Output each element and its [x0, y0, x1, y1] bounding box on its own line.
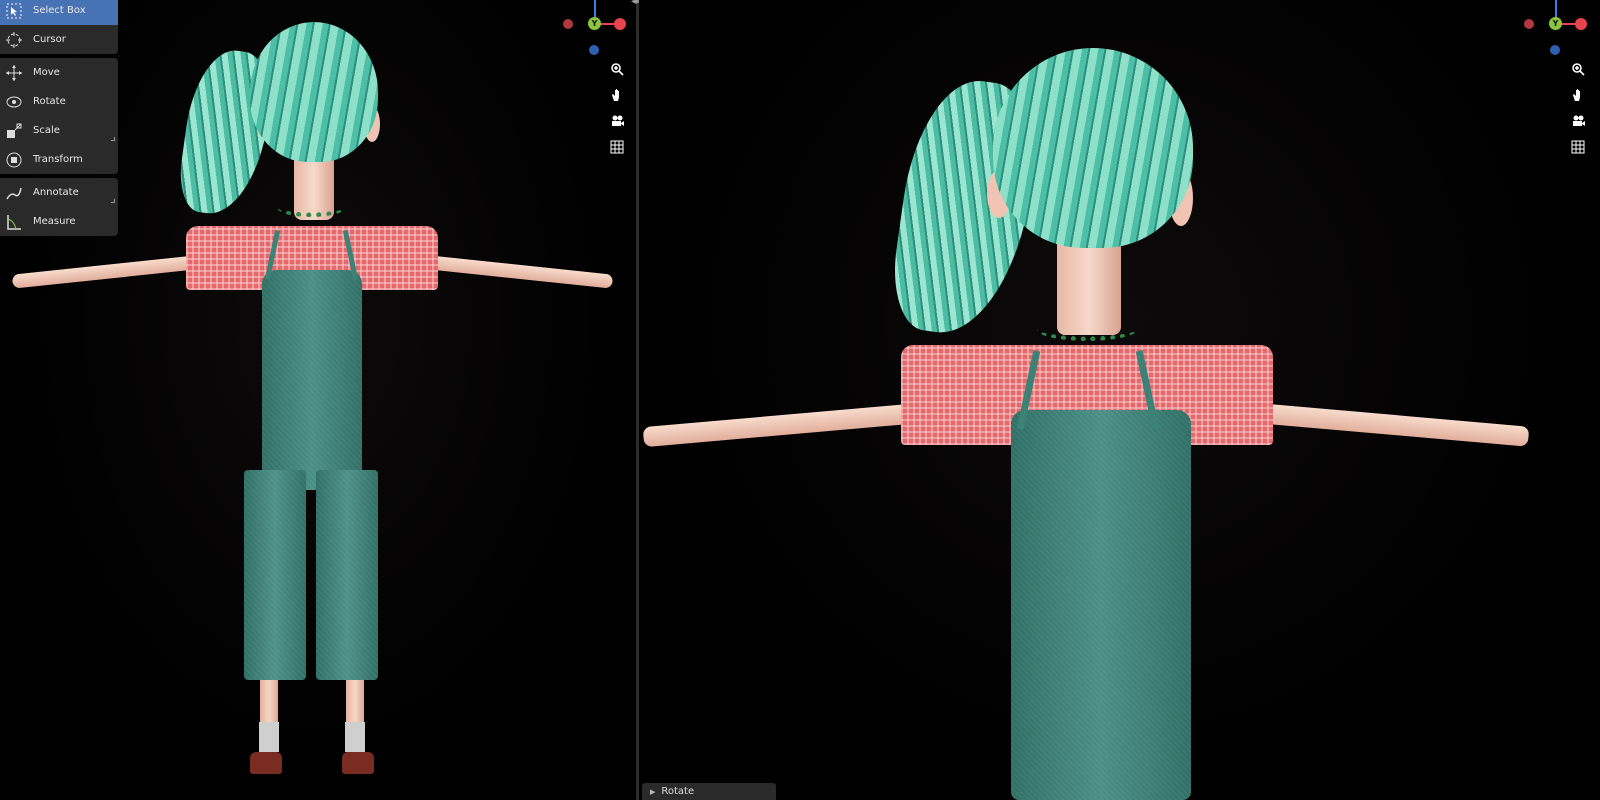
right-arm: [427, 255, 614, 289]
viewport-left[interactable]: Select Box Cursor Move Rotate Scale Tran…: [0, 0, 636, 800]
operator-panel-label: Rotate: [661, 786, 695, 797]
sock-right: [345, 722, 365, 752]
hair: [993, 48, 1193, 248]
shoe-right: [342, 752, 374, 774]
left-arm: [11, 255, 198, 289]
right-arm: [1258, 403, 1530, 447]
viewport-right[interactable]: Y: [639, 0, 1600, 800]
expand-triangle-icon: ▶: [650, 787, 656, 796]
necklace: [1037, 318, 1137, 341]
overalls: [1011, 410, 1191, 800]
character-model[interactable]: [0, 0, 636, 800]
character-model-closeup[interactable]: [639, 0, 1600, 800]
leg-left: [244, 470, 306, 680]
overalls: [262, 270, 362, 490]
leg-right: [316, 470, 378, 680]
sock-left: [259, 722, 279, 752]
hair: [250, 22, 378, 162]
necklace: [278, 200, 344, 217]
shoe-left: [250, 752, 282, 774]
operator-panel-rotate[interactable]: ▶ Rotate: [642, 783, 776, 800]
left-arm: [642, 402, 924, 448]
shin-right: [346, 680, 364, 725]
shin-left: [260, 680, 278, 725]
